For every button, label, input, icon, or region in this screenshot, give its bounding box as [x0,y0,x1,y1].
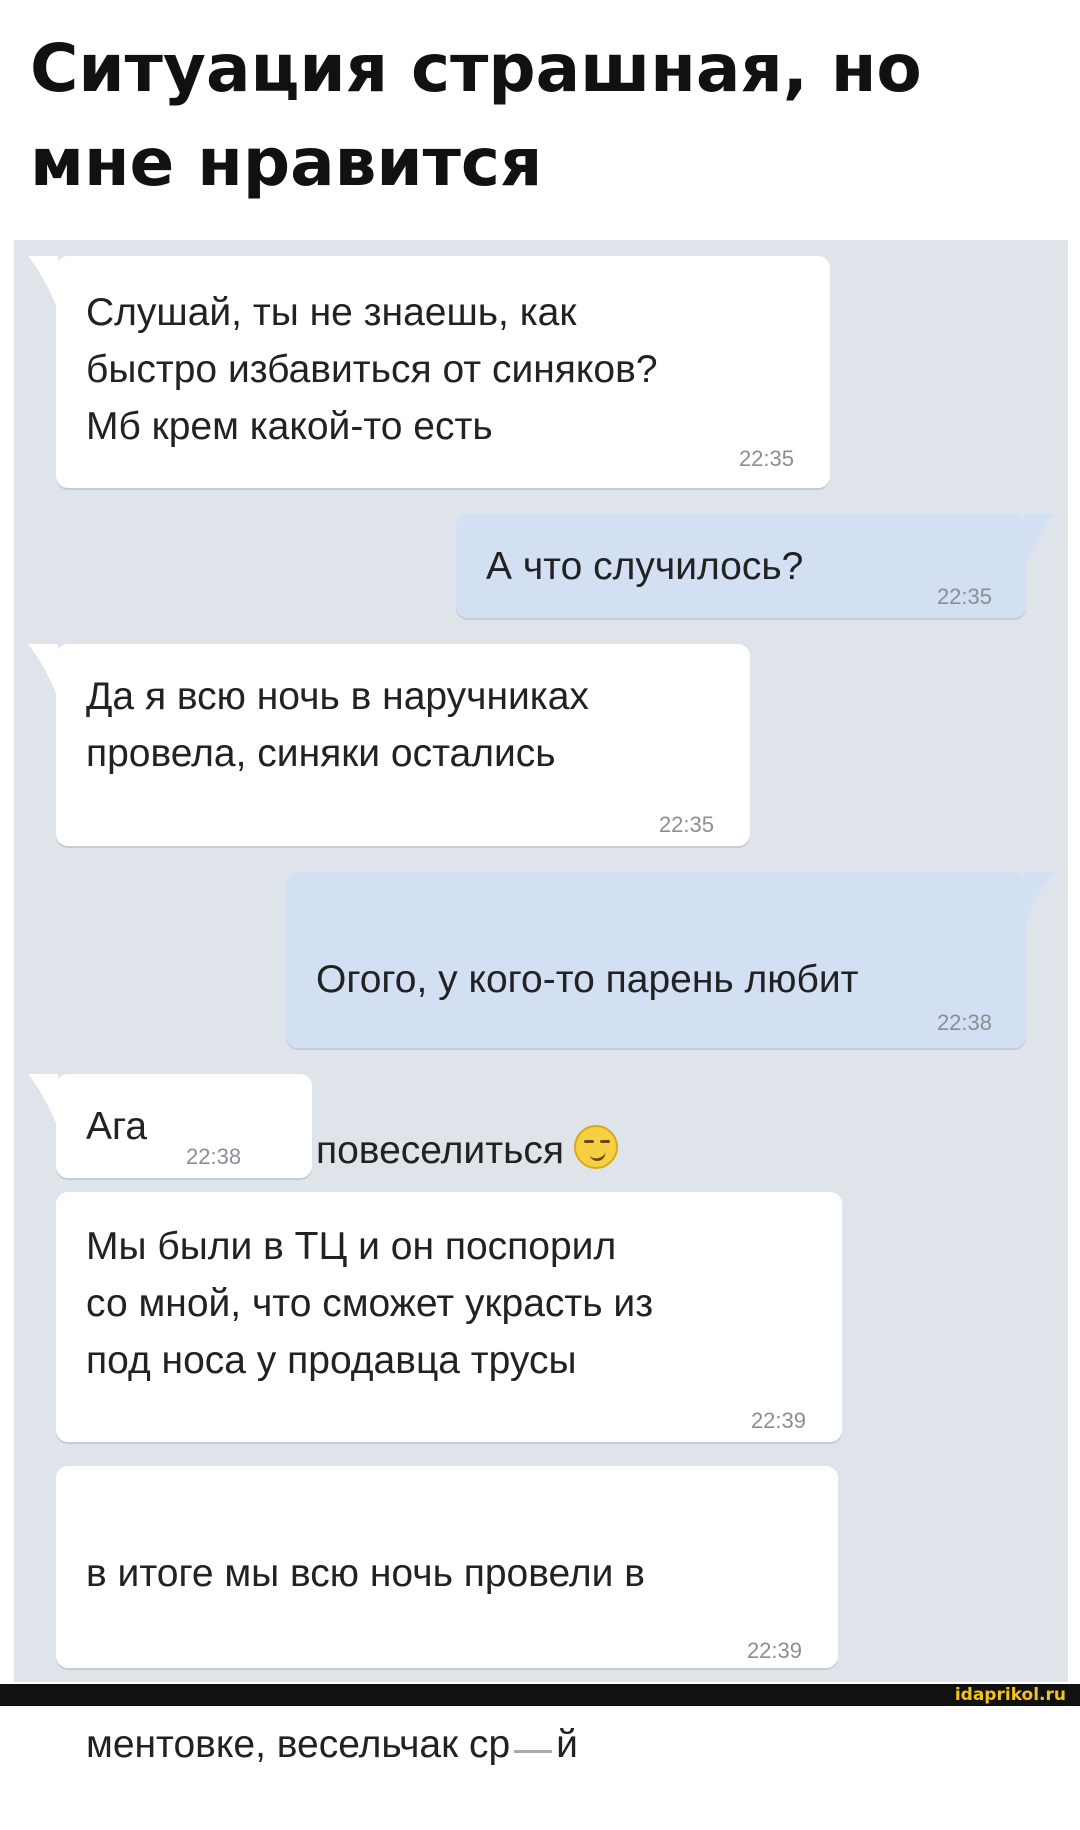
bubble-tail-icon [1024,872,1054,926]
message-time: 22:38 [936,1010,992,1035]
message-text-fragment: повеселиться [316,1129,565,1172]
bubble-tail-icon [28,256,58,310]
watermark: idaprikol.ru [954,1685,1066,1705]
message-text-fragment: й [556,1723,578,1766]
message-text-fragment: ментовке, весельчак ср [86,1723,511,1766]
footer-bar: idaprikol.ru [0,1684,1080,1706]
message-bubble-incoming[interactable]: Да я всю ночь в наручниках провела, синя… [28,644,750,846]
message-bubble-outgoing[interactable]: А что случилось? 22:35 [456,514,1054,618]
message-time: 22:38 [186,1144,242,1169]
bubble-tail-icon [1024,514,1054,568]
message-time: 22:39 [750,1408,806,1433]
message-time: 22:39 [746,1638,802,1663]
message-bubble-incoming[interactable]: в итоге мы всю ночь провели в ментовке, … [56,1466,838,1766]
message-bubble-outgoing[interactable]: Огого, у кого-то парень любит повеселить… [286,872,1054,1172]
message-text-line: в итоге мы всю ночь провели в [86,1552,646,1595]
message-bubble-incoming[interactable]: Ага 22:38 [28,1074,312,1178]
bubble-tail-icon [28,644,58,698]
chat-area[interactable]: Слушай, ты не знаешь, как быстро избавит… [14,240,1068,1766]
message-time: 22:35 [936,584,992,609]
message-bubble-incoming[interactable]: Мы были в ТЦ и он поспорил со мной, что … [56,1192,842,1442]
message-time: 22:35 [658,812,714,837]
bubble-tail-icon [28,1074,58,1128]
message-text: в итоге мы всю ночь провели в ментовке, … [86,1488,818,1830]
message-text-line: повеселиться [316,1065,1006,1179]
message-text: Огого, у кого-то парень любит повеселить… [316,894,1006,1236]
page-title: Ситуация страшная, но мне нравится [30,30,922,201]
message-text: А что случилось? [486,545,804,588]
message-text-line: ментовке, весельчак ср й [86,1659,818,1773]
message-text: Слушай, ты не знаешь, как быстро избавит… [86,291,658,448]
smirking-face-icon [574,1125,619,1169]
message-text: Да я всю ночь в наручниках провела, синя… [86,675,589,775]
message-text: Мы были в ТЦ и он поспорил со мной, что … [86,1225,654,1382]
message-text-line: Огого, у кого-то парень любит [316,958,859,1001]
message-bubble-incoming[interactable]: Слушай, ты не знаешь, как быстро избавит… [28,256,830,488]
message-time: 22:35 [738,446,794,471]
redaction-mark [510,1729,557,1759]
